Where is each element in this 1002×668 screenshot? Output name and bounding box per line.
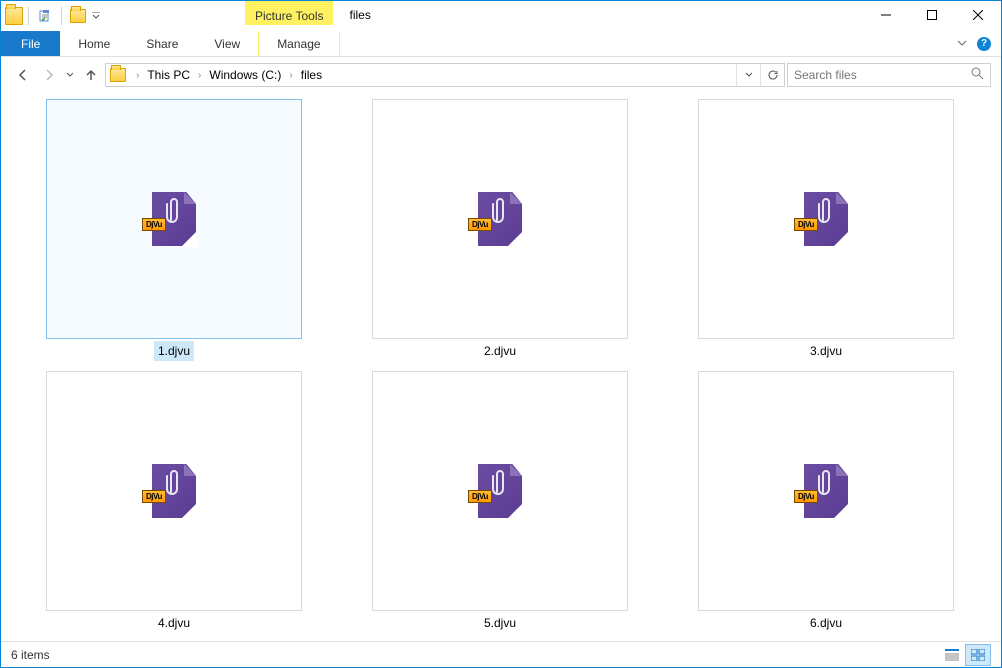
djvu-badge: DjVu	[794, 218, 818, 231]
separator	[61, 7, 62, 25]
forward-button[interactable]	[37, 63, 61, 87]
app-icon	[5, 7, 23, 25]
djvu-badge: DjVu	[142, 490, 166, 503]
ribbon-context-tab-label: Picture Tools	[245, 1, 333, 25]
djvu-file-icon: DjVu	[152, 192, 196, 246]
djvu-file-icon: DjVu	[804, 192, 848, 246]
file-name: 3.djvu	[810, 344, 842, 358]
file-tile[interactable]: DjVu 1.djvu	[11, 97, 337, 369]
file-thumbnail: DjVu	[698, 371, 954, 611]
chevron-right-icon[interactable]: ›	[134, 70, 141, 81]
file-name: 5.djvu	[484, 616, 516, 630]
search-box[interactable]	[787, 63, 991, 87]
file-thumbnail: DjVu	[372, 371, 628, 611]
tab-home[interactable]: Home	[60, 31, 128, 56]
window-controls	[863, 1, 1001, 31]
file-tile[interactable]: DjVu 5.djvu	[337, 369, 663, 641]
qat-customize-button[interactable]	[89, 5, 103, 27]
search-input[interactable]	[794, 68, 971, 82]
title-bar: Picture Tools files	[1, 1, 1001, 31]
file-tile[interactable]: DjVu 4.djvu	[11, 369, 337, 641]
search-icon[interactable]	[971, 67, 984, 83]
file-thumbnail: DjVu	[372, 99, 628, 339]
thumbnails-view-button[interactable]	[965, 644, 991, 666]
details-view-button[interactable]	[939, 644, 965, 666]
up-button[interactable]	[79, 63, 103, 87]
file-tile[interactable]: DjVu 6.djvu	[663, 369, 989, 641]
tab-view[interactable]: View	[196, 31, 258, 56]
breadcrumb[interactable]: files	[297, 64, 326, 86]
file-thumbnail: DjVu	[46, 99, 302, 339]
qat-new-folder-button[interactable]	[67, 5, 89, 27]
djvu-badge: DjVu	[468, 218, 492, 231]
ribbon-tabs: File Home Share View Manage ?	[1, 31, 1001, 57]
navigation-bar: › This PC › Windows (C:) › files	[1, 57, 1001, 93]
djvu-badge: DjVu	[794, 490, 818, 503]
file-tile[interactable]: DjVu 3.djvu	[663, 97, 989, 369]
file-pane[interactable]: DjVu 1.djvu DjVu 2.djvu DjVu	[1, 93, 1001, 641]
quick-access-toolbar	[1, 1, 103, 31]
djvu-file-icon: DjVu	[478, 464, 522, 518]
previous-locations-button[interactable]	[736, 64, 760, 86]
djvu-file-icon: DjVu	[478, 192, 522, 246]
tab-manage[interactable]: Manage	[258, 31, 339, 56]
status-bar: 6 items	[1, 641, 1001, 667]
close-button[interactable]	[955, 1, 1001, 29]
back-button[interactable]	[11, 63, 35, 87]
item-count: 6 items	[11, 648, 50, 662]
file-name: 4.djvu	[158, 616, 190, 630]
chevron-right-icon[interactable]: ›	[196, 70, 203, 81]
file-name: 6.djvu	[810, 616, 842, 630]
expand-ribbon-button[interactable]	[957, 35, 967, 53]
address-bar[interactable]: › This PC › Windows (C:) › files	[105, 63, 785, 87]
file-name: 1.djvu	[158, 344, 190, 358]
djvu-file-icon: DjVu	[152, 464, 196, 518]
recent-locations-button[interactable]	[63, 63, 77, 87]
minimize-button[interactable]	[863, 1, 909, 29]
chevron-right-icon[interactable]: ›	[287, 70, 294, 81]
djvu-badge: DjVu	[468, 490, 492, 503]
qat-properties-button[interactable]	[34, 5, 56, 27]
separator	[28, 7, 29, 25]
tab-share[interactable]: Share	[128, 31, 196, 56]
djvu-file-icon: DjVu	[804, 464, 848, 518]
refresh-button[interactable]	[760, 64, 784, 86]
window-title: files	[333, 1, 863, 31]
tab-file[interactable]: File	[1, 31, 60, 56]
file-tile[interactable]: DjVu 2.djvu	[337, 97, 663, 369]
help-button[interactable]: ?	[977, 37, 991, 51]
djvu-badge: DjVu	[142, 218, 166, 231]
file-thumbnail: DjVu	[46, 371, 302, 611]
breadcrumb[interactable]: This PC	[143, 64, 194, 86]
maximize-button[interactable]	[909, 1, 955, 29]
breadcrumb[interactable]: Windows (C:)	[205, 64, 285, 86]
folder-icon	[110, 68, 126, 82]
file-name: 2.djvu	[484, 344, 516, 358]
file-thumbnail: DjVu	[698, 99, 954, 339]
